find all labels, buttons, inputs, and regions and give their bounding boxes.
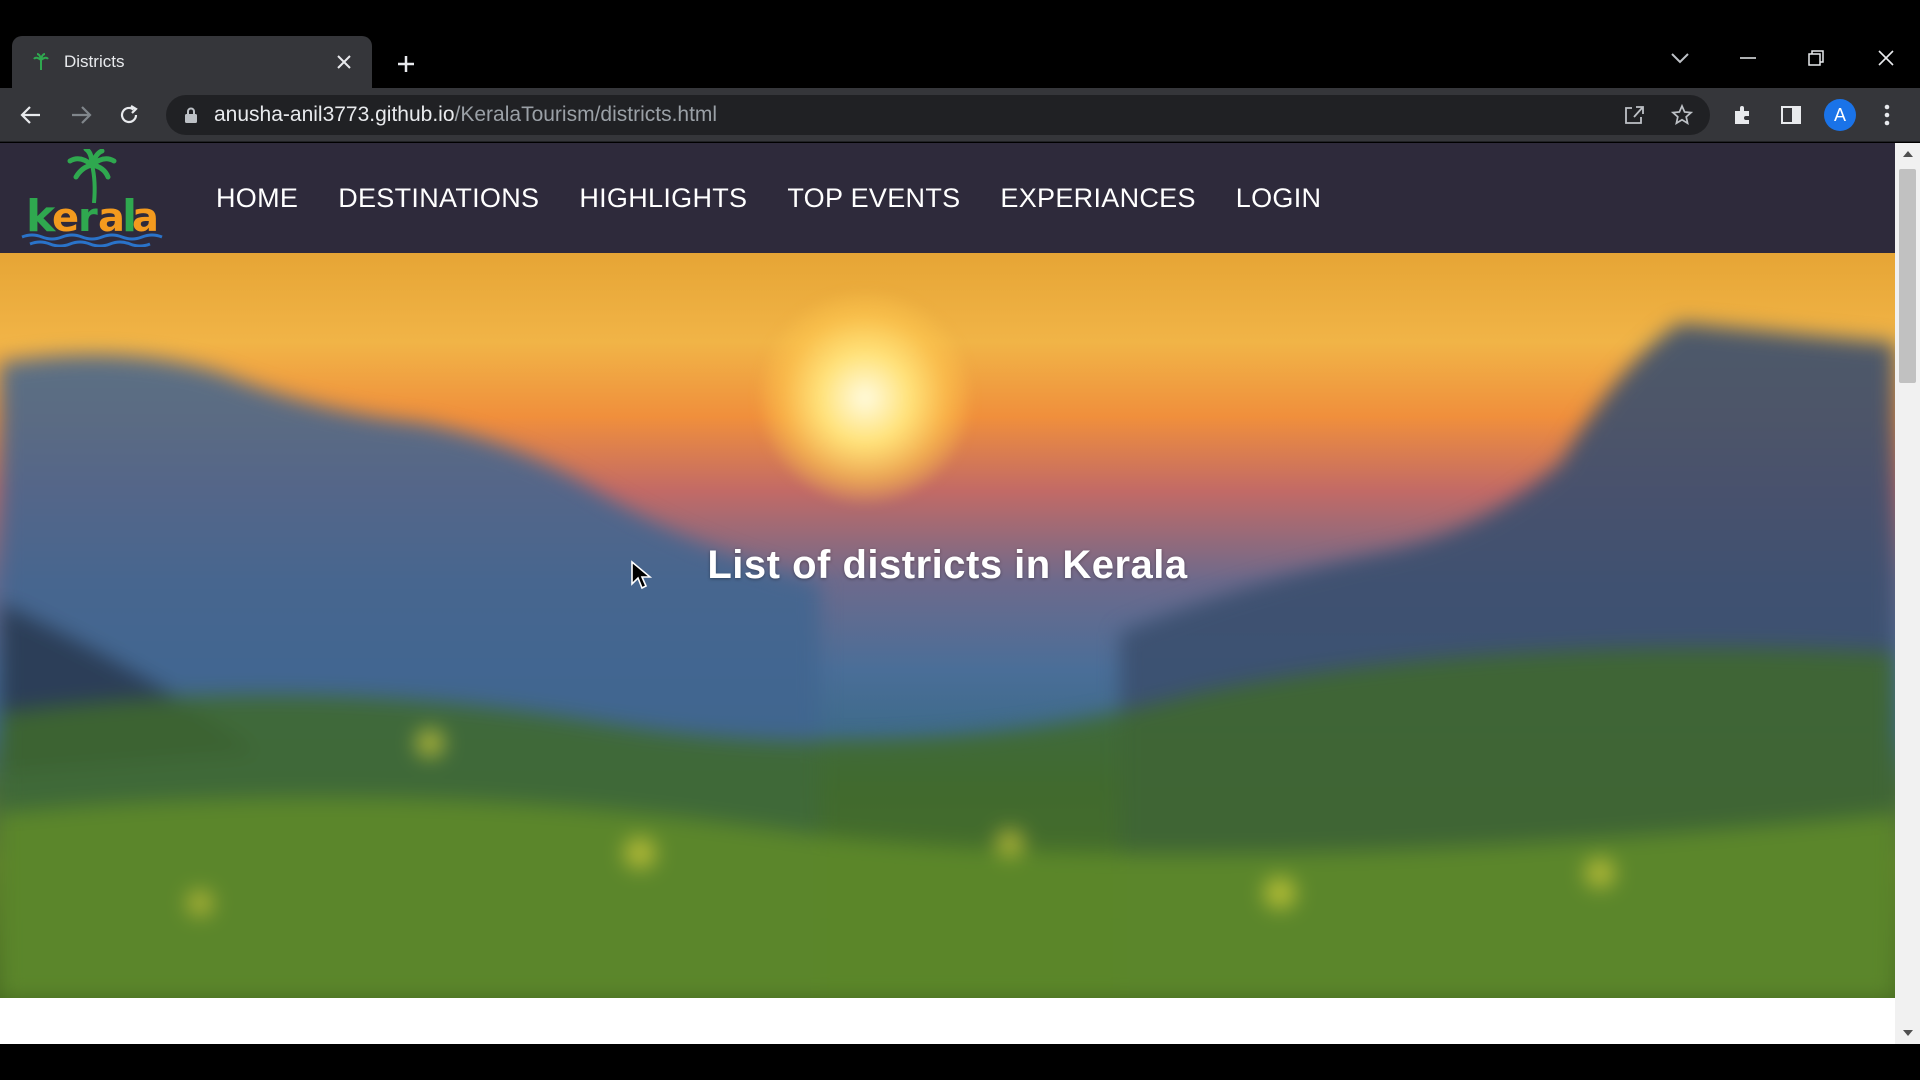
url-path: /KeralaTourism/districts.html — [454, 103, 718, 126]
close-icon[interactable] — [1866, 40, 1906, 76]
url-host: anusha-anil3773.github.io — [214, 103, 455, 126]
new-tab-icon[interactable] — [388, 46, 424, 82]
scroll-up-icon[interactable] — [1895, 143, 1920, 165]
share-icon[interactable] — [1618, 99, 1650, 131]
tab-title: Districts — [64, 52, 125, 71]
bookmark-star-icon[interactable] — [1666, 99, 1698, 131]
main-nav: HOME DESTINATIONS HIGHLIGHTS TOP EVENTS … — [216, 143, 1361, 253]
page-scrollbar[interactable] — [1895, 143, 1920, 1044]
lock-icon[interactable] — [182, 106, 200, 124]
tab-districts[interactable]: Districts — [12, 36, 372, 88]
browser-window: Districts anusha-anil3773.github.io /Ker… — [0, 0, 1920, 1080]
extensions-icon[interactable] — [1726, 98, 1760, 132]
page-title: List of districts in Kerala — [707, 543, 1188, 587]
tab-search-icon[interactable] — [1660, 40, 1700, 76]
nav-experiances[interactable]: EXPERIANCES — [1000, 183, 1195, 214]
back-icon[interactable] — [14, 98, 48, 132]
nav-highlights[interactable]: HIGHLIGHTS — [579, 183, 747, 214]
profile-avatar[interactable]: A — [1824, 99, 1856, 131]
scroll-down-icon[interactable] — [1895, 1022, 1920, 1044]
kerala-logo[interactable]: k e r a l a — [16, 146, 164, 248]
page-viewport: k e r a l a HOME DESTINATIONS HIGHLIGHTS… — [0, 143, 1920, 1044]
nav-destinations[interactable]: DESTINATIONS — [338, 183, 539, 214]
nav-login[interactable]: LOGIN — [1236, 183, 1322, 214]
taskbar-area — [0, 1044, 1920, 1080]
nav-top-events[interactable]: TOP EVENTS — [787, 183, 960, 214]
hero-banner: List of districts in Kerala — [0, 253, 1895, 998]
mouse-cursor-icon — [631, 560, 652, 590]
browser-toolbar: anusha-anil3773.github.io/KeralaTourism/… — [0, 88, 1920, 142]
scrollbar-thumb[interactable] — [1899, 169, 1916, 383]
address-bar[interactable]: anusha-anil3773.github.io/KeralaTourism/… — [166, 95, 1710, 135]
tab-close-icon[interactable] — [330, 48, 358, 76]
mountain-landscape — [0, 323, 1895, 998]
reload-icon[interactable] — [112, 98, 146, 132]
forward-icon[interactable] — [64, 98, 98, 132]
minimize-icon[interactable] — [1728, 40, 1768, 76]
restore-icon[interactable] — [1796, 40, 1836, 76]
tab-strip: Districts — [0, 0, 1920, 88]
side-panel-icon[interactable] — [1774, 98, 1808, 132]
favicon-icon — [30, 51, 52, 73]
site-header: k e r a l a HOME DESTINATIONS HIGHLIGHTS… — [0, 143, 1895, 253]
menu-icon[interactable] — [1870, 98, 1904, 132]
nav-home[interactable]: HOME — [216, 183, 298, 214]
svg-text:r: r — [78, 195, 98, 241]
